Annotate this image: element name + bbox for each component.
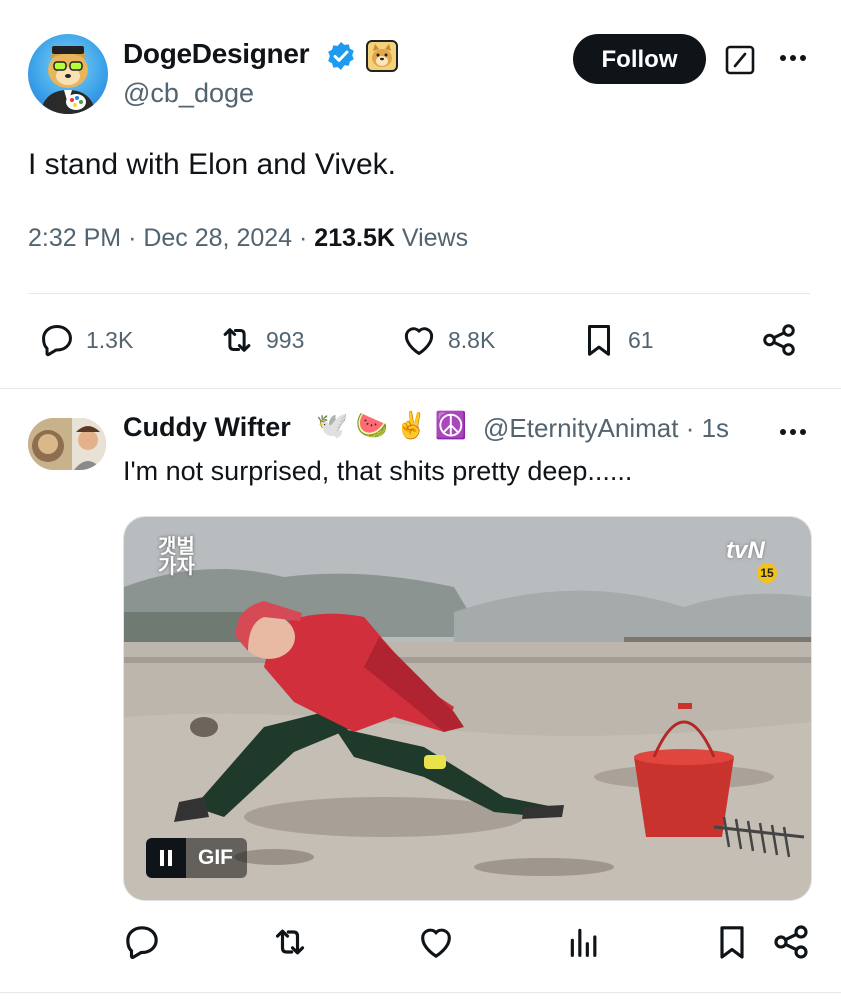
- reply-author-avatar[interactable]: [28, 418, 106, 470]
- reply-age: · 1s: [685, 413, 730, 443]
- channel-logo: tvN: [726, 537, 765, 564]
- repost-icon[interactable]: [270, 922, 310, 962]
- tweet-time[interactable]: 2:32 PM: [28, 224, 121, 252]
- bottom-divider: [0, 992, 841, 993]
- bookmark-icon: [587, 325, 611, 356]
- more-icon[interactable]: [776, 44, 810, 72]
- verified-badge-icon: [328, 42, 354, 70]
- age-rating-badge: 15: [757, 563, 777, 583]
- reply-icon[interactable]: [122, 922, 162, 962]
- section-divider: [0, 388, 841, 389]
- reply-count: 1.3K: [86, 326, 134, 353]
- gif-controls[interactable]: GIF: [146, 838, 247, 878]
- repost-count: 993: [266, 326, 305, 353]
- bookmark-icon[interactable]: [712, 922, 752, 962]
- like-count: 8.8K: [448, 326, 496, 353]
- tweet-meta: 2:32 PM · Dec 28, 2024 · 213.5K Views: [28, 224, 468, 253]
- doge-emoji-icon: [366, 40, 398, 72]
- bookmark-button[interactable]: 61: [580, 318, 654, 362]
- tweet-text: I stand with Elon and Vivek.: [28, 148, 396, 181]
- follow-button[interactable]: Follow: [573, 34, 706, 84]
- reply-author-handle[interactable]: @EternityAnimat · 1s: [483, 413, 729, 444]
- gif-label: GIF: [186, 838, 247, 878]
- pause-icon[interactable]: [146, 838, 186, 878]
- views-label: Views: [401, 224, 469, 252]
- reply-author-name[interactable]: Cuddy Wifter: [123, 412, 291, 443]
- reply-icon: [42, 325, 72, 357]
- author-avatar[interactable]: [28, 34, 108, 114]
- views-icon[interactable]: [564, 922, 604, 962]
- more-icon[interactable]: [776, 422, 810, 442]
- divider: [28, 293, 810, 294]
- grok-icon[interactable]: [724, 44, 756, 76]
- bookmark-count: 61: [628, 326, 654, 353]
- show-title-overlay: 갯벌 가자: [158, 536, 195, 578]
- share-icon: [763, 324, 795, 356]
- tweet-date[interactable]: Dec 28, 2024: [143, 224, 292, 252]
- meta-separator: ·: [299, 224, 315, 252]
- reply-handle-text: @EternityAnimat: [483, 413, 679, 443]
- repost-button[interactable]: 993: [218, 318, 304, 362]
- author-name[interactable]: DogeDesigner: [123, 38, 310, 70]
- reply-text: I'm not surprised, that shits pretty dee…: [123, 456, 633, 486]
- reply-button[interactable]: 1.3K: [38, 318, 133, 362]
- share-button[interactable]: [760, 318, 798, 362]
- like-icon[interactable]: [416, 922, 456, 962]
- author-handle[interactable]: @cb_doge: [123, 78, 254, 109]
- like-button[interactable]: 8.8K: [400, 318, 495, 362]
- like-icon: [404, 327, 434, 355]
- share-icon[interactable]: [771, 922, 811, 962]
- repost-icon: [223, 328, 251, 352]
- meta-separator: ·: [128, 224, 144, 252]
- views-count: 213.5K: [314, 224, 395, 252]
- reply-author-emojis: 🕊️ 🍉 ✌️ ☮️: [316, 410, 468, 440]
